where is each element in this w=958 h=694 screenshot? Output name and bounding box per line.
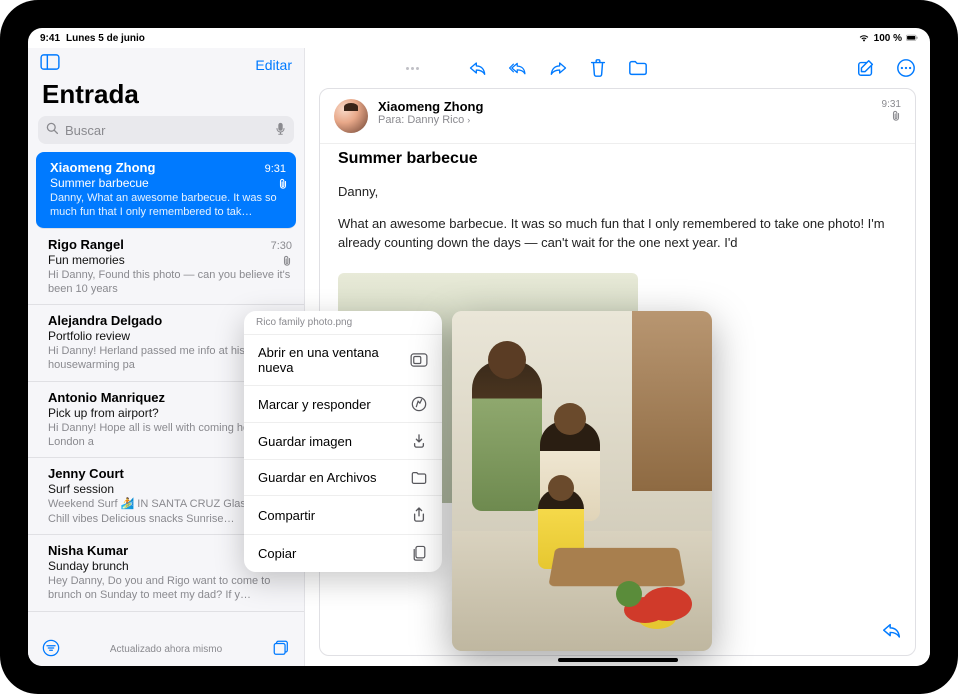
attachment-icon bbox=[278, 178, 288, 193]
message-toolbar bbox=[305, 48, 930, 88]
message-body: Danny, What an awesome barbecue. It was … bbox=[320, 178, 915, 269]
download-icon bbox=[410, 433, 428, 449]
ctx-share[interactable]: Compartir bbox=[244, 496, 442, 535]
mail-sender: Rigo Rangel bbox=[48, 237, 124, 252]
sender-avatar[interactable] bbox=[334, 99, 368, 133]
ctx-markup-reply[interactable]: Marcar y responder bbox=[244, 386, 442, 423]
status-time: 9:41 bbox=[40, 33, 60, 44]
ctx-save-files[interactable]: Guardar en Archivos bbox=[244, 460, 442, 496]
toolbar-grabber-icon[interactable] bbox=[406, 67, 419, 70]
trash-button[interactable] bbox=[588, 58, 608, 78]
edit-button[interactable]: Editar bbox=[255, 57, 292, 73]
mail-time: 7:30 bbox=[271, 240, 292, 252]
mail-sender: Antonio Manriquez bbox=[48, 390, 165, 405]
status-bar: 9:41 Lunes 5 de junio 100 % bbox=[28, 28, 930, 48]
ctx-open-new-window[interactable]: Abrir en una ventana nueva bbox=[244, 335, 442, 386]
battery-text: 100 % bbox=[874, 33, 902, 44]
sidebar-toggle-icon[interactable] bbox=[40, 54, 60, 75]
mail-sender: Xiaomeng Zhong bbox=[50, 160, 155, 175]
mail-time: 9:31 bbox=[265, 163, 286, 175]
message-subject: Summer barbecue bbox=[320, 144, 915, 178]
markup-icon bbox=[410, 396, 428, 412]
attachment-preview[interactable] bbox=[452, 311, 712, 651]
context-menu: Rico family photo.png Abrir en una venta… bbox=[244, 311, 442, 572]
mailbox-title: Entrada bbox=[28, 79, 304, 116]
mail-sender: Nisha Kumar bbox=[48, 543, 128, 558]
reply-quick-button[interactable] bbox=[881, 621, 903, 643]
message-from[interactable]: Xiaomeng Zhong bbox=[378, 99, 872, 114]
mail-item[interactable]: Xiaomeng Zhong 9:31 Summer barbecue Dann… bbox=[36, 152, 296, 229]
forward-button[interactable] bbox=[548, 58, 568, 78]
sync-status: Actualizado ahora mismo bbox=[110, 644, 222, 655]
mail-preview: Danny, What an awesome barbecue. It was … bbox=[50, 191, 286, 220]
attachment-icon bbox=[282, 255, 292, 270]
reply-button[interactable] bbox=[468, 58, 488, 78]
mail-item[interactable]: Rigo Rangel 7:30 Fun memories Hi Danny, … bbox=[28, 229, 304, 306]
search-field[interactable]: Buscar bbox=[38, 116, 294, 144]
home-indicator[interactable] bbox=[558, 658, 678, 662]
message-to[interactable]: Para: Danny Rico › bbox=[378, 114, 872, 126]
more-button[interactable] bbox=[896, 58, 916, 78]
mail-subject: Fun memories bbox=[48, 253, 292, 267]
mail-sender: Alejandra Delgado bbox=[48, 313, 162, 328]
filter-button[interactable] bbox=[42, 639, 60, 660]
message-time: 9:31 bbox=[882, 99, 901, 110]
reply-all-button[interactable] bbox=[508, 58, 528, 78]
dictation-icon[interactable] bbox=[275, 122, 286, 139]
ctx-save-image[interactable]: Guardar imagen bbox=[244, 423, 442, 460]
battery-icon bbox=[906, 33, 918, 43]
move-button[interactable] bbox=[628, 58, 648, 78]
mail-sender: Jenny Court bbox=[48, 466, 124, 481]
wifi-icon bbox=[858, 33, 870, 43]
status-date: Lunes 5 de junio bbox=[66, 33, 145, 44]
search-placeholder: Buscar bbox=[65, 123, 269, 138]
share-icon bbox=[410, 506, 428, 524]
compose-button[interactable] bbox=[856, 58, 876, 78]
search-icon bbox=[46, 122, 59, 138]
chevron-right-icon: › bbox=[467, 115, 470, 125]
context-menu-overlay: Rico family photo.png Abrir en una venta… bbox=[244, 311, 712, 651]
ctx-copy[interactable]: Copiar bbox=[244, 535, 442, 572]
mail-subject: Summer barbecue bbox=[50, 176, 286, 190]
window-icon bbox=[410, 353, 428, 367]
attachment-icon bbox=[882, 110, 901, 125]
mail-preview: Hi Danny, Found this photo — can you bel… bbox=[48, 268, 292, 297]
context-menu-title: Rico family photo.png bbox=[244, 311, 442, 335]
copy-icon bbox=[410, 545, 428, 562]
folder-icon bbox=[410, 471, 428, 485]
